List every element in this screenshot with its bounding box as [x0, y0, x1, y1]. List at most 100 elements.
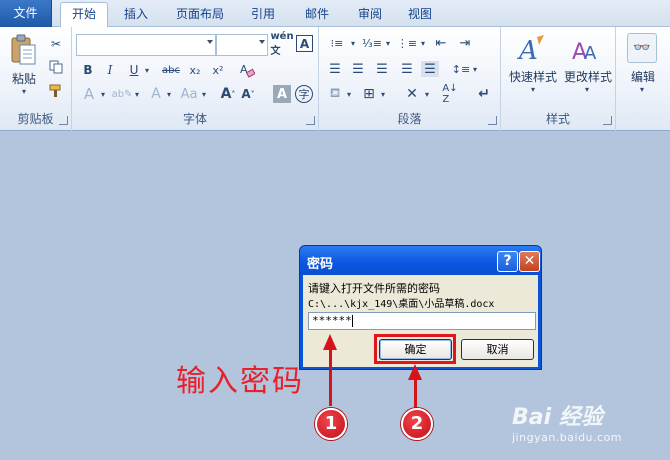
- numbering-dropdown-icon[interactable]: ▾: [384, 35, 392, 51]
- highlight-dropdown-icon[interactable]: ▾: [133, 85, 141, 103]
- find-binoculars-icon[interactable]: 👓: [627, 33, 657, 63]
- strikethrough-icon[interactable]: abc: [160, 62, 182, 78]
- dialog-title: 密码: [307, 257, 334, 272]
- font-group: wén 文 A B I U ▾ abc x₂ x² A A ▾ ab✎ ▾ A ▾…: [72, 27, 319, 131]
- baidu-watermark: Bai 经验 jingyan.baidu.com: [512, 395, 662, 450]
- cancel-button[interactable]: 取消: [461, 339, 534, 360]
- change-styles-dropdown-icon[interactable]: ▾: [583, 85, 591, 94]
- clipboard-dialog-launcher[interactable]: [59, 116, 68, 125]
- editing-dropdown-icon[interactable]: ▾: [638, 85, 646, 94]
- borders-dropdown-icon[interactable]: ▾: [379, 85, 387, 103]
- align-center-icon[interactable]: ☰: [349, 61, 367, 77]
- align-left-icon[interactable]: ☰: [326, 61, 344, 77]
- sort-icon[interactable]: A↓ Z: [441, 83, 459, 105]
- quick-styles-icon[interactable]: A: [517, 33, 547, 65]
- editing-group: 👓 编辑 ▾: [616, 27, 670, 131]
- editing-label[interactable]: 编辑: [621, 68, 665, 85]
- highlight-icon[interactable]: ab✎: [112, 85, 133, 103]
- chevron-down-icon: [207, 40, 213, 44]
- arrow-2-line: [414, 378, 417, 408]
- styles-group: A 快速样式 ▾ AA 更改样式 ▾ 样式: [501, 27, 616, 131]
- justify-icon[interactable]: ☰: [398, 61, 416, 77]
- increase-indent-icon[interactable]: ⇥: [456, 35, 474, 51]
- paragraph-group-label: 段落: [397, 112, 422, 126]
- dialog-title-bar[interactable]: 密码 ? ✕: [300, 246, 541, 275]
- clear-formatting-icon[interactable]: A: [238, 62, 256, 78]
- shrink-font-icon[interactable]: A ˅: [239, 85, 257, 103]
- text-effects-dropdown-icon[interactable]: ▾: [99, 85, 107, 103]
- quick-styles-label[interactable]: 快速样式: [505, 68, 561, 85]
- show-marks-icon[interactable]: ↵: [475, 85, 493, 103]
- password-mask: ******: [312, 314, 352, 327]
- ok-highlight-box: [374, 334, 456, 364]
- underline-icon[interactable]: U: [126, 62, 142, 78]
- tab-home[interactable]: 开始: [60, 2, 108, 28]
- quick-styles-dropdown-icon[interactable]: ▾: [529, 85, 537, 94]
- bullets-icon[interactable]: ⁝≡: [326, 35, 348, 51]
- font-dialog-launcher[interactable]: [306, 116, 315, 125]
- borders-icon[interactable]: ⊞: [360, 85, 378, 103]
- cut-icon[interactable]: ✂: [47, 35, 65, 53]
- format-painter-icon[interactable]: [47, 82, 65, 100]
- password-prompt: 请键入打开文件所需的密码: [308, 282, 440, 295]
- copy-icon[interactable]: [47, 58, 65, 76]
- tab-insert[interactable]: 插入: [113, 3, 159, 27]
- tab-view[interactable]: 视图: [397, 3, 443, 27]
- chevron-down-icon: [259, 40, 265, 44]
- password-input[interactable]: ******: [308, 312, 536, 330]
- char-shading-icon[interactable]: A: [273, 85, 291, 103]
- paste-label[interactable]: 粘贴: [6, 70, 42, 87]
- bold-icon[interactable]: B: [80, 62, 96, 78]
- tab-mailings[interactable]: 邮件: [294, 3, 340, 27]
- shading-icon[interactable]: ⛾: [326, 85, 344, 103]
- clipboard-group: 粘贴 ▾ ✂ 剪贴板: [0, 27, 72, 131]
- numbering-icon[interactable]: ⅓≡: [361, 35, 383, 51]
- subscript-icon[interactable]: x₂: [186, 62, 204, 78]
- paste-dropdown-icon[interactable]: ▾: [20, 87, 28, 96]
- bullets-dropdown-icon[interactable]: ▾: [349, 35, 357, 51]
- multilevel-dropdown-icon[interactable]: ▾: [419, 35, 427, 51]
- multilevel-list-icon[interactable]: ⋮≡: [396, 35, 418, 51]
- chinese-layout-icon[interactable]: ✕: [402, 85, 422, 103]
- line-spacing-icon[interactable]: ↕≡: [452, 61, 470, 77]
- align-right-icon[interactable]: ☰: [373, 61, 391, 77]
- step-badge-2: 2: [401, 408, 433, 440]
- tab-file[interactable]: 文件: [0, 0, 52, 27]
- arrow-1-line: [329, 348, 332, 406]
- distributed-icon[interactable]: ☰: [421, 61, 439, 77]
- tab-page-layout[interactable]: 页面布局: [165, 3, 235, 27]
- change-case-icon[interactable]: Aa: [179, 85, 199, 103]
- styles-dialog-launcher[interactable]: [603, 116, 612, 125]
- tab-references[interactable]: 引用: [240, 3, 286, 27]
- font-color-dropdown-icon[interactable]: ▾: [165, 85, 173, 103]
- line-spacing-dropdown-icon[interactable]: ▾: [471, 61, 479, 77]
- chinese-layout-dropdown-icon[interactable]: ▾: [423, 85, 431, 103]
- phonetic-guide-icon[interactable]: wén 文: [270, 31, 293, 57]
- superscript-icon[interactable]: x²: [209, 62, 227, 78]
- change-styles-label[interactable]: 更改样式: [560, 68, 616, 85]
- font-name-combo[interactable]: [76, 34, 216, 56]
- shading-dropdown-icon[interactable]: ▾: [345, 85, 353, 103]
- text-effects-icon[interactable]: A: [80, 85, 98, 103]
- paste-icon[interactable]: [8, 33, 38, 67]
- decrease-indent-icon[interactable]: ⇤: [432, 35, 450, 51]
- ribbon-tab-bar: 文件 开始 插入 页面布局 引用 邮件 审阅 视图: [0, 0, 670, 28]
- paragraph-dialog-launcher[interactable]: [488, 116, 497, 125]
- change-styles-icon[interactable]: AA: [571, 33, 601, 65]
- file-path: C:\...\kjx_149\桌面\小品草稿.docx: [308, 299, 495, 310]
- font-group-label: 字体: [182, 112, 207, 126]
- char-border-icon[interactable]: A: [296, 35, 313, 52]
- watermark-logo: Bai 经验: [512, 405, 603, 430]
- annotation-text: 输入密码: [176, 364, 304, 399]
- tab-review[interactable]: 审阅: [347, 3, 393, 27]
- help-button[interactable]: ?: [497, 251, 518, 272]
- italic-icon[interactable]: I: [102, 62, 118, 78]
- close-button[interactable]: ✕: [519, 251, 540, 272]
- ribbon: 粘贴 ▾ ✂ 剪贴板 wén 文 A B I U ▾ abc x₂ x² A A…: [0, 27, 670, 131]
- enclose-char-icon[interactable]: 字: [295, 85, 313, 103]
- font-size-combo[interactable]: [216, 34, 268, 56]
- font-color-icon[interactable]: A: [148, 85, 164, 103]
- underline-dropdown-icon[interactable]: ▾: [143, 62, 151, 78]
- change-case-dropdown-icon[interactable]: ▾: [200, 85, 208, 103]
- grow-font-icon[interactable]: A ˄: [219, 85, 237, 103]
